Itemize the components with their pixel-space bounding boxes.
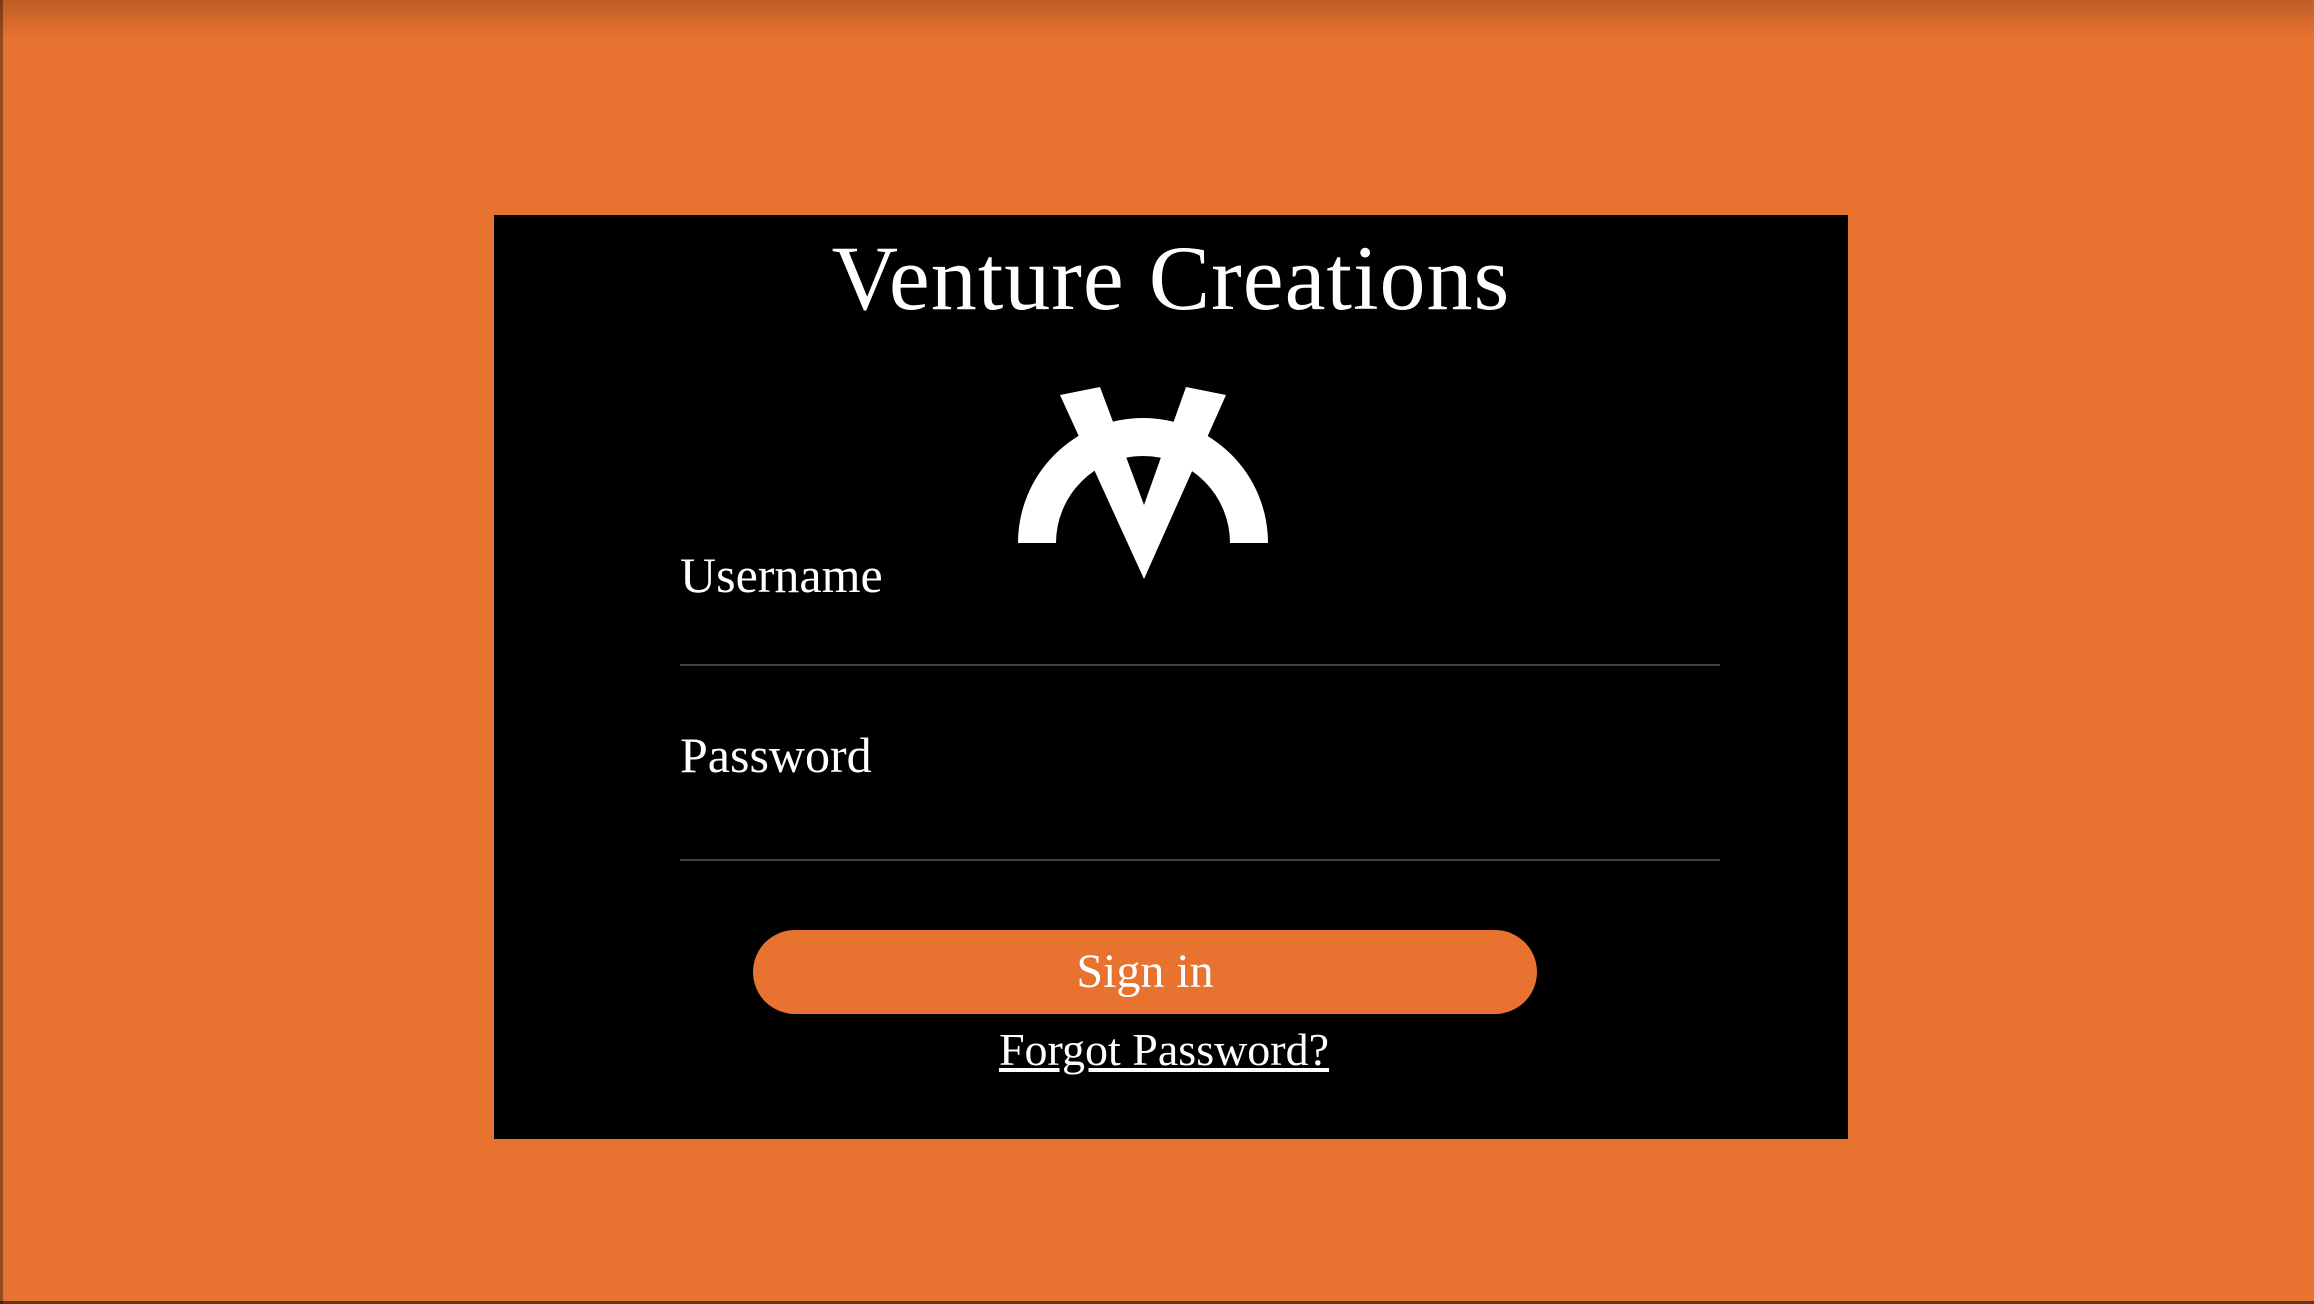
top-shade: [0, 0, 2314, 40]
sign-in-button[interactable]: Sign in: [753, 930, 1537, 1014]
left-edge: [0, 0, 3, 1304]
venture-creations-logo-icon: [1018, 387, 1268, 579]
username-label: Username: [680, 547, 883, 603]
password-label: Password: [680, 727, 872, 783]
brand-title: Venture Creations: [831, 227, 1511, 329]
forgot-password-link[interactable]: Forgot Password?: [494, 1022, 1834, 1078]
username-input[interactable]: [680, 609, 1720, 669]
password-input[interactable]: [680, 805, 1720, 865]
password-underline: [680, 859, 1720, 861]
username-underline: [680, 664, 1720, 666]
login-card: Venture Creations Username Password Sign…: [494, 215, 1848, 1139]
